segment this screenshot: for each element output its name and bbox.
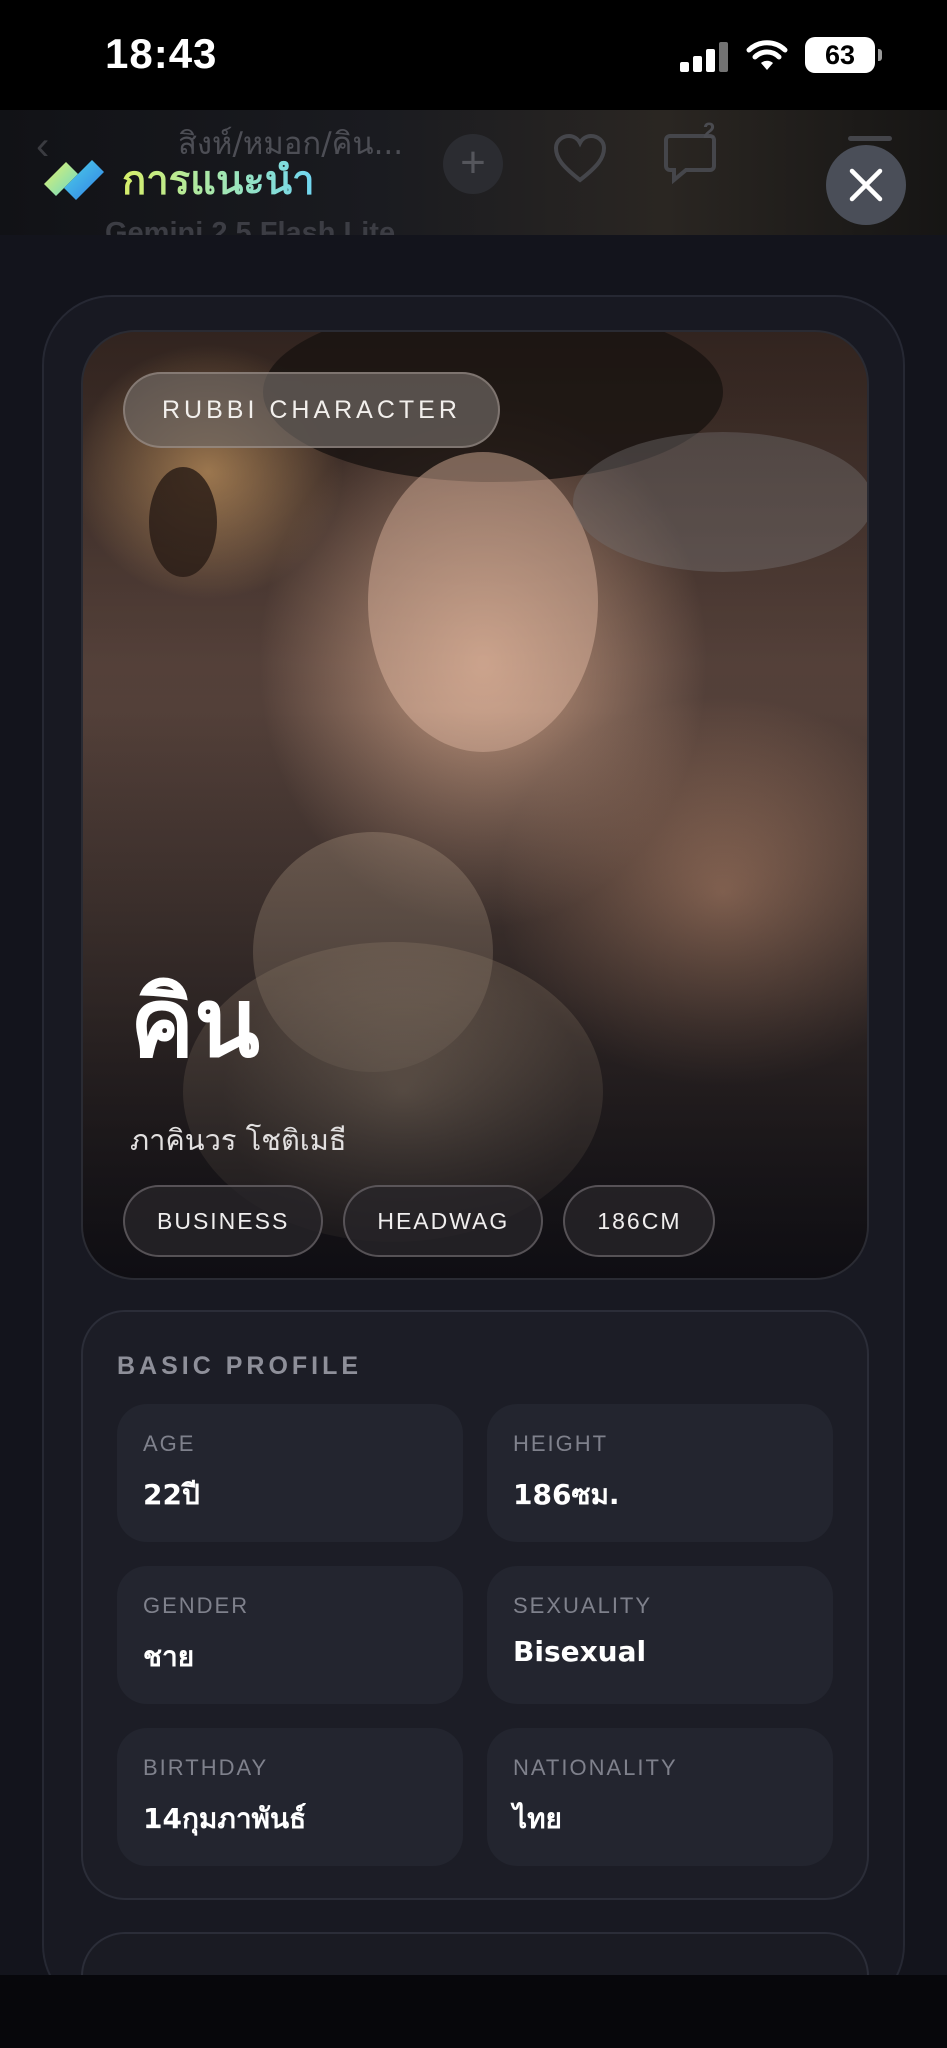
section-title: BASIC PROFILE	[117, 1352, 363, 1380]
field-label: BIRTHDAY	[143, 1755, 269, 1780]
character-full-name: ภาคินวร โชติเมธี	[130, 1123, 347, 1157]
character-name: คิน	[130, 967, 260, 1079]
character-intro-sheet[interactable]: RUBBI CHARACTER คิน ภาคินวร โชติเมธี BUS…	[0, 235, 947, 2048]
field-label: HEIGHT	[513, 1431, 609, 1456]
tag-chip: 186CM	[563, 1185, 716, 1257]
profile-grid: AGE 22ปี HEIGHT 186ซม. GENDER ชาย SEXUAL…	[117, 1404, 837, 1866]
close-button[interactable]	[826, 145, 906, 225]
screen: 18:43 63 ‹ สิงห์/หมอก/คิน... + 2 Gemini …	[0, 0, 947, 2048]
tag-chip: HEADWAG	[343, 1185, 544, 1257]
overlay-title-bar: การแนะนำ	[42, 148, 315, 212]
field-label: GENDER	[143, 1593, 250, 1618]
add-icon: +	[443, 134, 503, 194]
profile-field-age: AGE 22ปี	[117, 1404, 463, 1542]
profile-field-birthday: BIRTHDAY 14กุมภาพันธ์	[117, 1728, 463, 1866]
field-value: 22ปี	[143, 1478, 200, 1511]
field-label: NATIONALITY	[513, 1755, 678, 1780]
basic-profile-section: BASIC PROFILE AGE 22ปี HEIGHT 186ซม. GEN…	[81, 1310, 869, 1900]
menu-icon	[848, 136, 892, 141]
field-value: Bisexual	[513, 1635, 647, 1668]
profile-field-height: HEIGHT 186ซม.	[487, 1404, 833, 1542]
bottom-bar	[0, 1975, 947, 2048]
character-type-badge: RUBBI CHARACTER	[123, 372, 500, 448]
field-value: 14กุมภาพันธ์	[143, 1802, 307, 1835]
profile-field-sexuality: SEXUALITY Bisexual	[487, 1566, 833, 1704]
character-tags: BUSINESS HEADWAG 186CM	[123, 1185, 735, 1257]
cellular-signal-icon	[680, 42, 732, 72]
comment-count-badge: 2	[703, 118, 716, 143]
app-logo-icon	[44, 160, 104, 200]
field-value: ไทย	[513, 1802, 562, 1835]
heart-icon	[553, 133, 607, 183]
character-hero-image: RUBBI CHARACTER คิน ภาคินวร โชติเมธี BUS…	[81, 330, 869, 1280]
field-value: 186ซม.	[513, 1478, 620, 1511]
status-bar: 18:43 63	[0, 0, 947, 110]
field-label: SEXUALITY	[513, 1593, 653, 1618]
tag-chip: BUSINESS	[123, 1185, 324, 1257]
close-icon	[849, 168, 883, 202]
battery-indicator: 63	[805, 37, 882, 73]
profile-field-gender: GENDER ชาย	[117, 1566, 463, 1704]
wifi-icon	[746, 40, 788, 70]
character-card: RUBBI CHARACTER คิน ภาคินวร โชติเมธี BUS…	[42, 295, 905, 2048]
profile-field-nationality: NATIONALITY ไทย	[487, 1728, 833, 1866]
overlay-title: การแนะนำ	[122, 148, 315, 212]
field-label: AGE	[143, 1431, 196, 1456]
field-value: ชาย	[143, 1640, 195, 1673]
status-time: 18:43	[105, 30, 218, 77]
